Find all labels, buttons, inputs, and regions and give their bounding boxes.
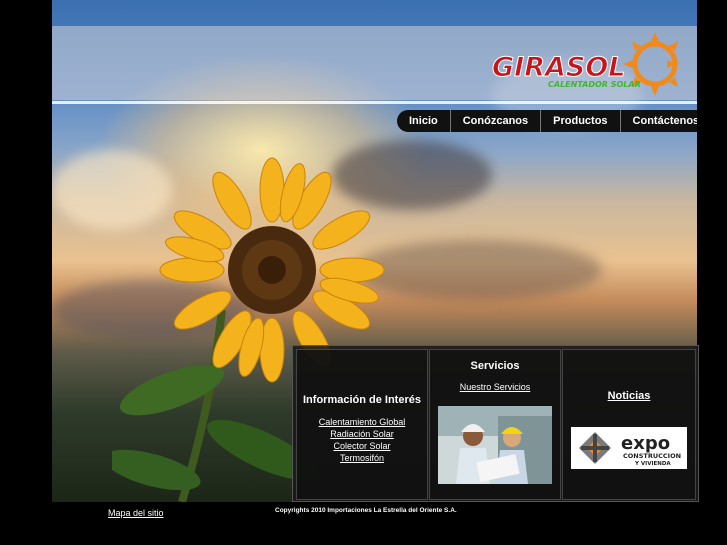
nav-contactenos[interactable]: Contáctenos [621,110,697,132]
header-divider [52,101,697,104]
info-panels: Información de Interés Calentamiento Glo… [292,345,699,502]
main-nav: Inicio Conózcanos Productos Contáctenos [397,110,697,132]
nav-conozcanos[interactable]: Conózcanos [451,110,542,132]
brand-name: GIRASOL [492,52,626,83]
expo-line2: Y VIVIENDA [634,461,671,467]
brand-tagline: CALENTADOR SOLAR [548,80,641,89]
expo-logo[interactable]: expo CONSTRUCCION Y VIVIENDA [571,427,687,469]
panel-services-title: Servicios [470,360,520,372]
link-noticias[interactable]: Noticias [563,390,695,402]
girasol-logo: GIRASOL CALENTADOR SOLAR [492,32,678,96]
panel-info-title: Información de Interés [303,394,421,406]
sitemap-link[interactable]: Mapa del sitio [108,508,164,518]
link-calentamiento-global[interactable]: Calentamiento Global [297,416,427,428]
link-termosifon[interactable]: Termosifón [297,452,427,464]
services-photo[interactable] [438,406,552,484]
panel-news: Noticias expo CONSTRUCCION Y VIVIENDA [562,349,696,500]
link-radiacion-solar[interactable]: Radiación Solar [297,428,427,440]
link-nuestro-servicios[interactable]: Nuestro Servicios [430,381,560,393]
copyright-text: Copyrights 2010 Importaciones La Estrell… [275,507,457,514]
panel-services: Servicios Nuestro Servicios [429,349,561,500]
expo-line1: CONSTRUCCION [623,452,681,460]
nav-productos[interactable]: Productos [541,110,621,132]
expo-word: expo [621,433,670,454]
nav-inicio[interactable]: Inicio [397,110,451,132]
link-colector-solar[interactable]: Colector Solar [297,440,427,452]
panel-info: Información de Interés Calentamiento Glo… [296,349,428,500]
